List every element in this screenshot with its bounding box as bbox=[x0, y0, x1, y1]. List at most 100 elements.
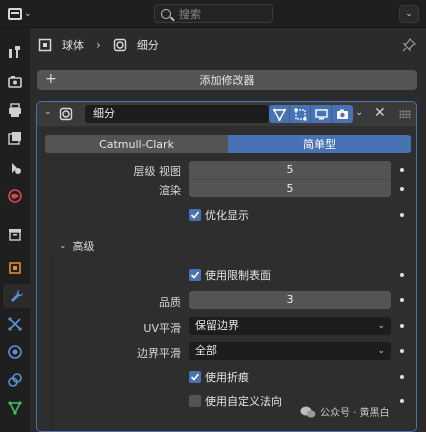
keyframe-dot-icon[interactable] bbox=[400, 168, 404, 172]
close-icon[interactable]: ✕ bbox=[374, 105, 386, 121]
collapse-chevron-icon[interactable]: ⌄ bbox=[44, 107, 52, 117]
advanced-label: 高级 bbox=[72, 240, 95, 253]
chevron-down-icon: ⌄ bbox=[24, 9, 32, 19]
modifier-visibility-toggles bbox=[269, 105, 353, 123]
view-layer-icon bbox=[8, 132, 21, 145]
add-modifier-button[interactable]: + 添加修改器 bbox=[37, 70, 417, 90]
use-creases-checkbox[interactable]: 使用折痕 bbox=[189, 369, 249, 385]
breadcrumb-modifier: 细分 bbox=[136, 39, 159, 52]
render-levels-field[interactable]: 5 bbox=[189, 179, 391, 197]
checkbox-checked-icon bbox=[189, 269, 201, 281]
plus-icon: + bbox=[45, 71, 57, 87]
checkbox-checked-icon bbox=[189, 209, 201, 221]
quality-field[interactable]: 3 bbox=[189, 291, 391, 309]
search-icon bbox=[161, 8, 171, 19]
search-input[interactable]: 搜索 bbox=[154, 4, 273, 23]
modifier-name-field[interactable]: 细分 bbox=[85, 105, 269, 123]
pin-icon[interactable] bbox=[402, 38, 416, 52]
keyframe-dot-icon[interactable] bbox=[400, 298, 404, 302]
boundary-smooth-value: 全部 bbox=[195, 344, 217, 357]
tab-world[interactable] bbox=[3, 184, 27, 208]
render-levels-label: 渲染 bbox=[159, 184, 181, 197]
keyframe-dot-icon[interactable] bbox=[400, 399, 404, 403]
keyframe-dot-icon[interactable] bbox=[400, 273, 404, 277]
modifier-wrench-icon bbox=[10, 289, 23, 302]
watermark: 公众号 · 黄黑白 bbox=[300, 404, 390, 419]
subdivision-modifier-icon bbox=[113, 38, 127, 52]
uv-smooth-value: 保留边界 bbox=[195, 319, 239, 332]
breadcrumb: 球体 › 细分 bbox=[30, 28, 426, 62]
tool-icon bbox=[9, 46, 20, 58]
use-creases-label: 使用折痕 bbox=[205, 371, 249, 384]
tab-modifiers[interactable] bbox=[3, 284, 30, 308]
add-modifier-label: 添加修改器 bbox=[199, 74, 255, 87]
keyframe-dot-icon[interactable] bbox=[400, 213, 404, 217]
collapse-chevron-icon: ⌄ bbox=[59, 241, 67, 251]
advanced-subpanel-header[interactable]: ⌄ 高级 bbox=[59, 238, 95, 254]
header-menu-button[interactable]: ⌄ bbox=[399, 5, 419, 23]
edit-mode-icon bbox=[294, 108, 306, 120]
output-icon bbox=[9, 103, 21, 117]
use-custom-normals-checkbox[interactable]: 使用自定义法向 bbox=[189, 393, 282, 409]
constraints-icon bbox=[8, 373, 22, 387]
tab-simple[interactable]: 简单型 bbox=[228, 135, 411, 153]
tab-render[interactable] bbox=[3, 70, 27, 94]
properties-editor-icon bbox=[8, 8, 22, 20]
search-placeholder: 搜索 bbox=[179, 7, 201, 21]
checkbox-checked-icon bbox=[189, 371, 201, 383]
physics-icon bbox=[8, 345, 22, 359]
data-icon bbox=[8, 401, 22, 415]
tab-tool[interactable] bbox=[3, 40, 27, 64]
chevron-down-icon: ⌄ bbox=[377, 346, 385, 356]
object-icon bbox=[38, 38, 52, 52]
tab-data[interactable] bbox=[3, 396, 27, 420]
tab-catmull-clark[interactable]: Catmull-Clark bbox=[45, 135, 228, 153]
subdivision-modifier-icon bbox=[59, 107, 73, 121]
top-header: ⌄ 搜索 ⌄ bbox=[0, 0, 426, 28]
drag-handle-icon[interactable] bbox=[399, 110, 411, 118]
keyframe-dot-icon[interactable] bbox=[400, 324, 404, 328]
use-limit-surface-checkbox[interactable]: 使用限制表面 bbox=[189, 267, 271, 283]
modifier-options-dropdown[interactable]: ⌄ bbox=[355, 107, 363, 118]
keyframe-dot-icon[interactable] bbox=[400, 187, 404, 191]
subdivision-type-tabs: Catmull-Clark 简单型 bbox=[45, 135, 411, 153]
scene-icon bbox=[12, 163, 21, 174]
chevron-down-icon: ⌄ bbox=[377, 321, 385, 331]
uv-smooth-dropdown[interactable]: 保留边界 ⌄ bbox=[189, 317, 391, 335]
monitor-icon bbox=[314, 108, 328, 119]
tab-constraints[interactable] bbox=[3, 368, 27, 392]
chevron-right-icon: › bbox=[96, 38, 101, 52]
tab-physics[interactable] bbox=[3, 340, 27, 364]
use-limit-surface-label: 使用限制表面 bbox=[205, 269, 271, 282]
on-cage-toggle[interactable] bbox=[269, 105, 290, 123]
editor-type-button[interactable]: ⌄ bbox=[8, 5, 40, 23]
subdivision-modifier-panel: ⌄ 细分 ⌄ ✕ Catmull-Clark 简单型 层级 视图 5 渲染 5 bbox=[36, 101, 417, 432]
use-custom-normals-label: 使用自定义法向 bbox=[205, 395, 282, 408]
boundary-smooth-label: 边界平滑 bbox=[137, 347, 181, 360]
tab-output[interactable] bbox=[3, 98, 27, 122]
modifier-header: ⌄ 细分 ⌄ ✕ bbox=[37, 102, 416, 126]
optimal-display-label: 优化显示 bbox=[205, 209, 249, 222]
tab-view-layer[interactable] bbox=[3, 126, 27, 150]
properties-tab-strip bbox=[0, 28, 30, 432]
keyframe-dot-icon[interactable] bbox=[400, 349, 404, 353]
uv-smooth-label: UV平滑 bbox=[143, 322, 181, 335]
edit-mode-toggle[interactable] bbox=[290, 105, 311, 123]
checkbox-unchecked-icon bbox=[189, 395, 201, 407]
viewport-toggle[interactable] bbox=[311, 105, 332, 123]
object-icon bbox=[9, 262, 21, 274]
keyframe-dot-icon[interactable] bbox=[400, 375, 404, 379]
tab-particles[interactable] bbox=[3, 312, 27, 336]
wechat-icon bbox=[300, 406, 316, 418]
levels-viewport-field[interactable]: 5 bbox=[189, 161, 391, 179]
tab-collection[interactable] bbox=[3, 222, 27, 246]
tab-object[interactable] bbox=[3, 256, 27, 280]
optimal-display-checkbox[interactable]: 优化显示 bbox=[189, 207, 249, 223]
tab-scene[interactable] bbox=[3, 156, 27, 180]
particles-icon bbox=[8, 317, 22, 331]
boundary-smooth-dropdown[interactable]: 全部 ⌄ bbox=[189, 342, 391, 360]
chevron-down-icon: ⌄ bbox=[405, 9, 413, 19]
on-cage-icon bbox=[272, 108, 286, 121]
breadcrumb-object: 球体 bbox=[62, 39, 84, 52]
render-toggle[interactable] bbox=[332, 105, 353, 123]
